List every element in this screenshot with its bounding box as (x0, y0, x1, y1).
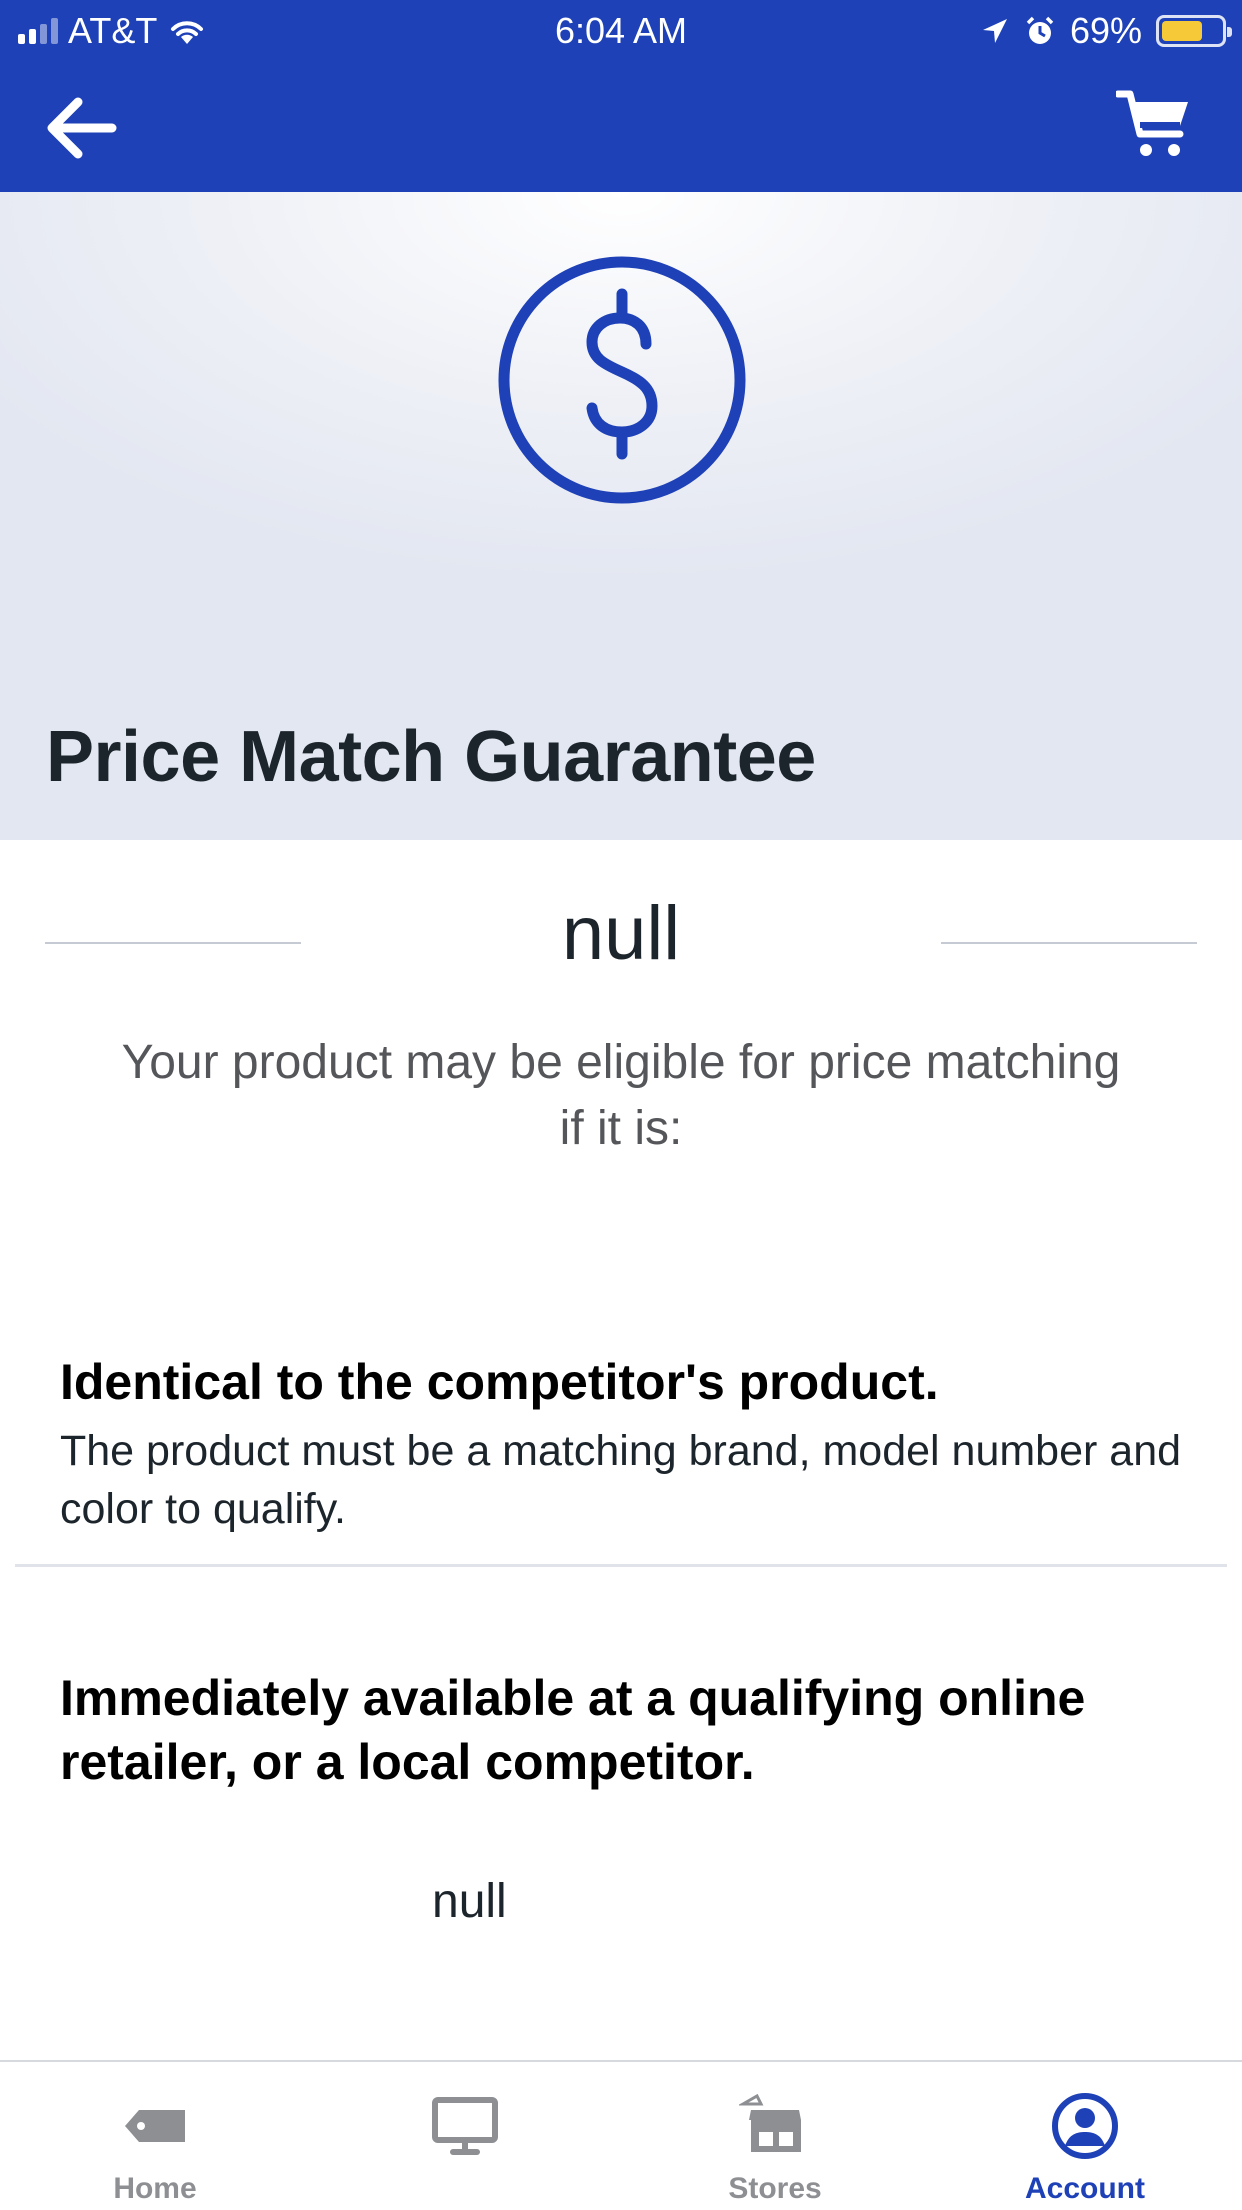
alarm-icon (1026, 16, 1054, 44)
hero-banner: Price Match Guarantee (0, 192, 1242, 840)
store-icon (739, 2093, 801, 2152)
nav-bar (0, 60, 1242, 192)
divider-right (941, 942, 1197, 944)
tab-products[interactable] (310, 2062, 620, 2210)
battery-icon (1156, 15, 1232, 47)
criteria-description: The product must be a matching brand, mo… (60, 1427, 1182, 1533)
page-title: Price Match Guarantee (46, 717, 816, 797)
dollar-circle-icon (498, 256, 746, 504)
monitor-icon (432, 2097, 498, 2155)
cart-icon (1114, 90, 1188, 156)
account-icon (1052, 2093, 1118, 2159)
criteria-title: Immediately available at a qualifying on… (60, 1670, 1086, 1790)
item-divider (15, 1564, 1227, 1567)
tab-account[interactable]: Account (930, 2062, 1240, 2210)
tab-label: Stores (728, 2172, 822, 2205)
back-arrow-icon (47, 97, 117, 159)
status-bar: AT&T 6:04 AM 69% (0, 0, 1242, 60)
tab-stores[interactable]: Stores (620, 2062, 930, 2210)
criteria-title: Identical to the competitor's product. (60, 1354, 939, 1410)
criteria-item: Immediately available at a qualifying on… (60, 1666, 1182, 1794)
back-button[interactable] (42, 88, 122, 168)
tab-home[interactable]: Home (0, 2062, 310, 2210)
intro-text: Your product may be eligible for price m… (121, 1036, 1121, 1155)
criteria-item: Identical to the competitor's product. T… (60, 1350, 1182, 1538)
tab-label: Account (1025, 2172, 1145, 2205)
tag-icon (125, 2110, 185, 2142)
location-icon (982, 19, 1007, 43)
tab-bar: Home Stores Account (0, 2060, 1242, 2208)
criteria-description: null (432, 1875, 507, 1928)
section-heading: null (561, 891, 681, 976)
cart-button[interactable] (1114, 86, 1192, 162)
tab-label: Home (113, 2172, 197, 2205)
battery-percent: 69% (1069, 10, 1142, 51)
section-header: null (45, 890, 1197, 990)
